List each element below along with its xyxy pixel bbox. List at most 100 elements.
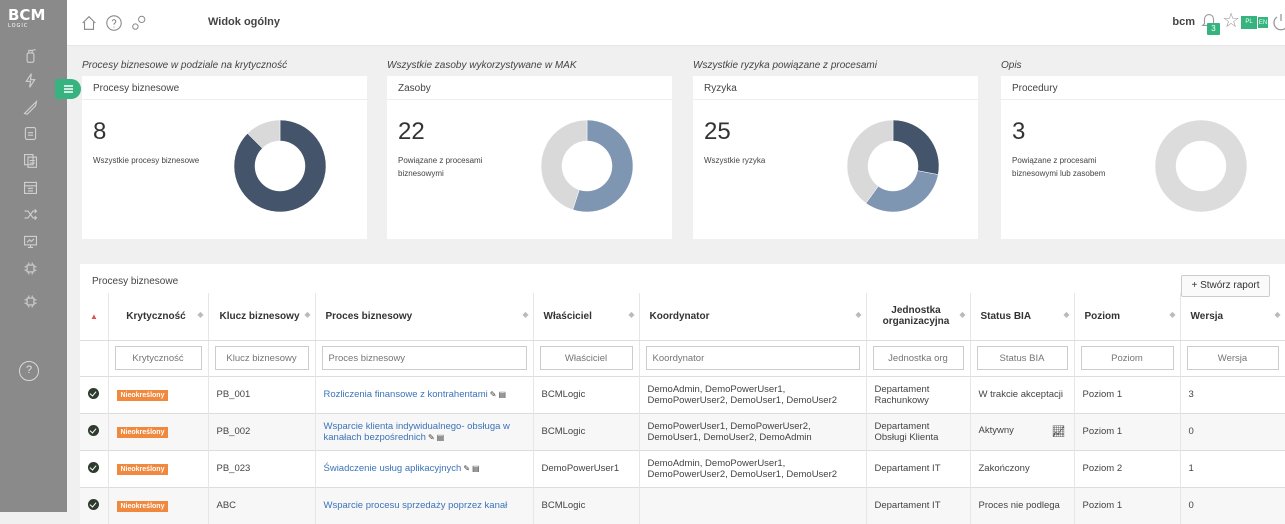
- level-cell: Poziom 1: [1074, 486, 1181, 524]
- settings-gears-icon[interactable]: [129, 14, 149, 32]
- edit-icon[interactable]: ✎: [463, 464, 470, 473]
- table-row[interactable]: Nieokreślony PB_001 Rozliczenia finansow…: [80, 375, 1285, 413]
- table-title: Procesy biznesowe: [92, 276, 179, 287]
- processes-donut-chart[interactable]: [232, 113, 328, 219]
- nav-tag-icon[interactable]: [20, 97, 40, 117]
- filter-level-input[interactable]: [1080, 346, 1174, 370]
- column-header-business-process[interactable]: Proces biznesowy ◆: [315, 293, 534, 341]
- sort-icon: ◆: [304, 310, 311, 319]
- criticality-cell: Nieokreślony: [108, 449, 209, 487]
- section-label-risks: Wszystkie ryzyka powiązane z procesami: [693, 60, 877, 71]
- app-logo[interactable]: BCM LOGIC: [8, 8, 46, 30]
- column-label: Wersja: [1190, 310, 1224, 322]
- filter-business-key-input[interactable]: [214, 346, 309, 370]
- risks-donut-chart[interactable]: [845, 113, 941, 219]
- process-link[interactable]: Świadczenie usług aplikacyjnych: [324, 463, 462, 474]
- card-assets[interactable]: Zasoby 22 Powiązane z procesami biznesow…: [387, 76, 672, 239]
- sort-indicator-column[interactable]: ▲: [80, 293, 109, 341]
- check-circle-icon: [88, 424, 100, 436]
- filter-row: [80, 339, 1285, 376]
- column-header-org-unit[interactable]: Jednostka organizacyjna ◆: [866, 293, 971, 341]
- nav-chip-icon[interactable]: [20, 258, 40, 278]
- column-header-criticality[interactable]: Krytyczność ◆: [108, 293, 209, 341]
- lang-pl-button[interactable]: PL: [1241, 16, 1257, 29]
- filter-cell: [866, 339, 971, 376]
- bia-status-text: Aktywny: [978, 425, 1014, 436]
- nav-shuffle-icon[interactable]: [20, 204, 40, 224]
- card-value: 3: [1012, 118, 1026, 145]
- help-circle-icon[interactable]: [105, 14, 123, 32]
- bia-status-cell: Zakończony: [970, 449, 1075, 487]
- column-header-business-key[interactable]: Klucz biznesowy ◆: [208, 293, 316, 341]
- notifications-button[interactable]: 3: [1200, 11, 1222, 35]
- card-risks[interactable]: Ryzyka 25 Wszystkie ryzyka: [693, 76, 978, 239]
- table-header-row: ▲ Krytyczność ◆ Klucz biznesowy ◆ Proces b…: [80, 293, 1285, 341]
- check-circle-icon: [88, 387, 100, 399]
- help-icon[interactable]: ?: [19, 361, 39, 381]
- nav-monitor-icon[interactable]: [20, 231, 40, 251]
- process-link[interactable]: Wsparcie klienta indywidualnego- obsługa…: [324, 421, 510, 443]
- bia-status-cell: Proces nie podlega: [970, 486, 1075, 524]
- donut-segment[interactable]: [892, 119, 940, 175]
- process-link[interactable]: Wsparcie procesu sprzedaży poprzez kanał: [324, 500, 508, 511]
- nav-chip-2-icon[interactable]: [20, 291, 40, 311]
- table-row[interactable]: Nieokreślony PB_002 Wsparcie klienta ind…: [80, 412, 1285, 450]
- details-icon[interactable]: ▤: [437, 433, 445, 442]
- filter-bia-status-input[interactable]: [976, 346, 1068, 370]
- criticality-badge: Nieokreślony: [116, 500, 169, 512]
- version-cell: 3: [1180, 375, 1285, 413]
- card-value: 22: [398, 118, 425, 145]
- nav-list-icon[interactable]: [20, 150, 40, 170]
- filter-criticality-input[interactable]: [114, 346, 202, 370]
- filter-cell: [533, 339, 640, 376]
- sort-icon: ◆: [959, 310, 966, 319]
- column-header-version[interactable]: Wersja ◆: [1180, 293, 1285, 341]
- donut-segment[interactable]: [1154, 119, 1248, 213]
- lang-en-button[interactable]: EN: [1257, 16, 1269, 29]
- nav-calendar-icon[interactable]: [20, 177, 40, 197]
- org-unit-cell: Departament Rachunkowy: [866, 375, 971, 413]
- column-header-owner[interactable]: Właściciel ◆: [533, 293, 640, 341]
- card-value: 25: [704, 118, 731, 145]
- level-cell: Poziom 1: [1074, 375, 1181, 413]
- card-processes[interactable]: Procesy biznesowe 8 Wszystkie procesy bi…: [82, 76, 367, 239]
- business-key-cell: ABC: [208, 486, 316, 524]
- donut-segment[interactable]: [865, 170, 939, 213]
- home-icon[interactable]: [80, 14, 98, 32]
- sort-icon: ◆: [1169, 310, 1176, 319]
- column-label: Proces biznesowy: [325, 310, 413, 322]
- table-row[interactable]: Nieokreślony PB_023 Świadczenie usług ap…: [80, 449, 1285, 487]
- card-procedures[interactable]: Procedury 3 Powiązane z procesami biznes…: [1001, 76, 1285, 239]
- column-header-bia-status[interactable]: Status BIA ◆: [970, 293, 1075, 341]
- top-bar: Widok ogólny bcm 3 ☆ PL EN: [67, 0, 1285, 46]
- criticality-badge: Nieokreślony: [116, 389, 169, 401]
- nav-document-icon[interactable]: [20, 123, 40, 143]
- filter-version-input[interactable]: [1186, 346, 1279, 370]
- procedures-donut-chart[interactable]: [1153, 113, 1249, 219]
- filter-business-process-input[interactable]: [321, 346, 527, 370]
- user-name[interactable]: bcm: [1172, 16, 1195, 28]
- table-row[interactable]: Nieokreślony ABC Wsparcie procesu sprzed…: [80, 486, 1285, 524]
- nav-fire-extinguisher-icon[interactable]: [20, 45, 40, 65]
- sort-icon: ◆: [1063, 310, 1070, 319]
- edit-icon[interactable]: ✎: [428, 433, 435, 442]
- edit-icon[interactable]: ✎: [490, 390, 497, 399]
- details-icon[interactable]: ▤: [472, 464, 480, 473]
- menu-toggle-button[interactable]: [55, 79, 81, 99]
- column-header-coordinator[interactable]: Koordynator ◆: [639, 293, 867, 341]
- coordinator-cell: [639, 486, 867, 524]
- section-label-processes: Procesy biznesowe w podziale na krytyczn…: [82, 60, 288, 71]
- filter-cell: [1074, 339, 1181, 376]
- filter-coordinator-input[interactable]: [645, 346, 860, 370]
- column-header-level[interactable]: Poziom ◆: [1074, 293, 1181, 341]
- org-unit-cell: Departament IT: [866, 486, 971, 524]
- nav-lightning-icon[interactable]: [20, 70, 40, 90]
- favorite-star-icon[interactable]: ☆: [1222, 11, 1240, 31]
- power-icon[interactable]: [1271, 12, 1285, 32]
- line-chart-icon[interactable]: 📈︎: [1052, 425, 1066, 438]
- filter-org-unit-input[interactable]: [872, 346, 964, 370]
- filter-owner-input[interactable]: [539, 346, 633, 370]
- assets-donut-chart[interactable]: [539, 113, 635, 219]
- process-link[interactable]: Rozliczenia finansowe z kontrahentami: [324, 389, 488, 400]
- details-icon[interactable]: ▤: [498, 390, 506, 399]
